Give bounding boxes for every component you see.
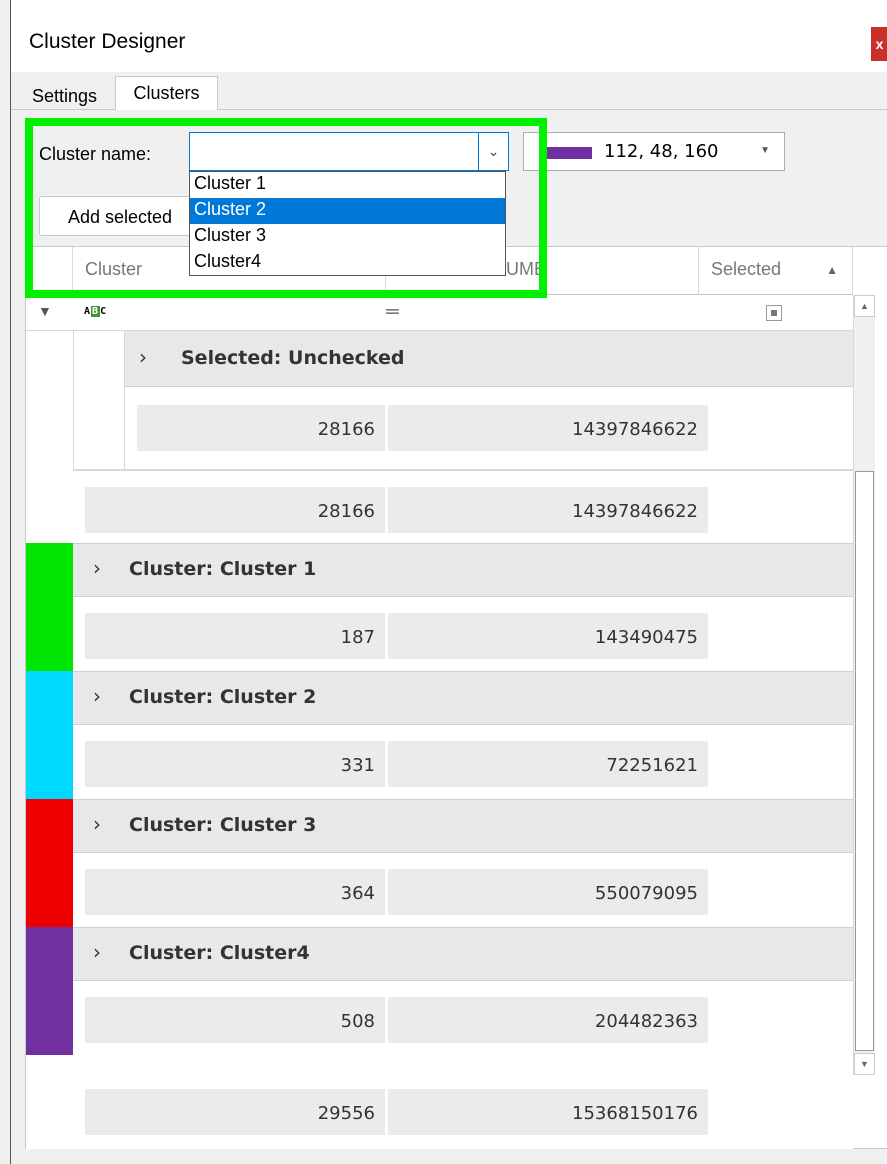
cluster-dropdown-list: Cluster 1 Cluster 2 Cluster 3 Cluster4	[189, 171, 506, 276]
filter-row: ▼ ABC ═	[26, 295, 853, 331]
chevron-right-icon[interactable]: ›	[93, 556, 101, 580]
equals-filter-icon[interactable]: ═	[386, 301, 399, 322]
color-value: 112, 48, 160	[604, 141, 719, 162]
cell-umb: 14397846622	[388, 405, 708, 451]
dropdown-item-cluster-3[interactable]: Cluster 3	[190, 224, 505, 250]
column-header-selected-label: Selected	[711, 259, 782, 279]
cell-count: 508	[85, 997, 385, 1043]
cluster-designer-window: Cluster Designer x Settings Clusters Clu…	[10, 0, 887, 1164]
dropdown-item-cluster-1[interactable]: Cluster 1	[190, 172, 505, 198]
column-header-selected[interactable]: Selected ▲	[699, 247, 853, 295]
summary-cell-umb: 14397846622	[388, 487, 708, 533]
header-indicator	[26, 247, 73, 295]
filter-icon[interactable]: ▼	[38, 303, 52, 319]
group-label: Selected: Unchecked	[181, 347, 405, 369]
cell-count: 28166	[137, 405, 385, 451]
dropdown-item-cluster4[interactable]: Cluster4	[190, 250, 505, 276]
cell-count: 364	[85, 869, 385, 915]
clusters-tab-content: Cluster name: ⌄ 112, 48, 160 ▼ Add selec…	[11, 110, 887, 1164]
scroll-thumb[interactable]	[855, 471, 874, 1051]
dropdown-item-cluster-2[interactable]: Cluster 2	[190, 198, 505, 224]
cell-umb: 143490475	[388, 613, 708, 659]
color-swatch	[542, 147, 592, 159]
selected-filter-checkbox[interactable]	[766, 305, 782, 321]
cell-count: 331	[85, 741, 385, 787]
group-label: Cluster: Cluster 3	[129, 814, 317, 836]
cell-umb: 550079095	[388, 869, 708, 915]
cell-umb: 72251621	[388, 741, 708, 787]
scroll-up-icon[interactable]: ▲	[854, 295, 875, 317]
chevron-right-icon[interactable]: ›	[93, 684, 101, 708]
chevron-right-icon[interactable]: ›	[93, 940, 101, 964]
group-divider	[73, 469, 853, 471]
group-indent-line	[73, 331, 74, 469]
cluster-name-combobox[interactable]: ⌄	[189, 132, 509, 171]
vertical-scrollbar[interactable]: ▲ ▼	[853, 295, 875, 1075]
group-cluster-4[interactable]: › Cluster: Cluster4	[73, 927, 853, 981]
dropdown-arrow-icon[interactable]: ▼	[760, 145, 770, 156]
group-label: Cluster: Cluster 1	[129, 558, 317, 580]
group-cluster-3[interactable]: › Cluster: Cluster 3	[73, 799, 853, 853]
group-label: Cluster: Cluster4	[129, 942, 310, 964]
total-row: 29556 15368150176	[26, 1075, 853, 1149]
tab-settings[interactable]: Settings	[17, 84, 112, 110]
cluster-name-label: Cluster name:	[39, 144, 152, 164]
group-selected-unchecked[interactable]: › Selected: Unchecked	[125, 331, 853, 387]
cell-umb: 204482363	[388, 997, 708, 1043]
tab-clusters[interactable]: Clusters	[115, 76, 218, 111]
cluster-color-stripe	[26, 543, 73, 671]
sort-ascending-icon: ▲	[826, 263, 838, 277]
window-title: Cluster Designer	[29, 30, 186, 53]
tab-strip: Settings Clusters	[11, 72, 887, 111]
summary-cell-count: 28166	[85, 487, 385, 533]
cell-count: 187	[85, 613, 385, 659]
group-cluster-2[interactable]: › Cluster: Cluster 2	[73, 671, 853, 725]
cluster-color-stripe	[26, 799, 73, 927]
chevron-down-icon[interactable]: ⌄	[478, 133, 508, 170]
close-button[interactable]: x	[871, 27, 887, 61]
chevron-right-icon[interactable]: ›	[139, 345, 147, 369]
cluster-color-stripe	[26, 927, 73, 1055]
scroll-down-icon[interactable]: ▼	[854, 1053, 875, 1075]
chevron-right-icon[interactable]: ›	[93, 812, 101, 836]
add-selected-button[interactable]: Add selected	[39, 196, 199, 236]
group-cluster-1[interactable]: › Cluster: Cluster 1	[73, 543, 853, 597]
abc-filter-icon[interactable]: ABC	[84, 306, 107, 317]
cluster-color-stripe	[26, 671, 73, 799]
total-cell-count: 29556	[85, 1089, 385, 1135]
total-cell-umb: 15368150176	[388, 1089, 708, 1135]
color-picker[interactable]: 112, 48, 160 ▼	[523, 132, 785, 171]
title-bar: Cluster Designer x	[11, 0, 887, 72]
cluster-grid[interactable]: Cluster UMB Selected ▲ ▼ ABC ═ ▲ ▼ › Sel…	[25, 246, 887, 1149]
group-label: Cluster: Cluster 2	[129, 686, 317, 708]
